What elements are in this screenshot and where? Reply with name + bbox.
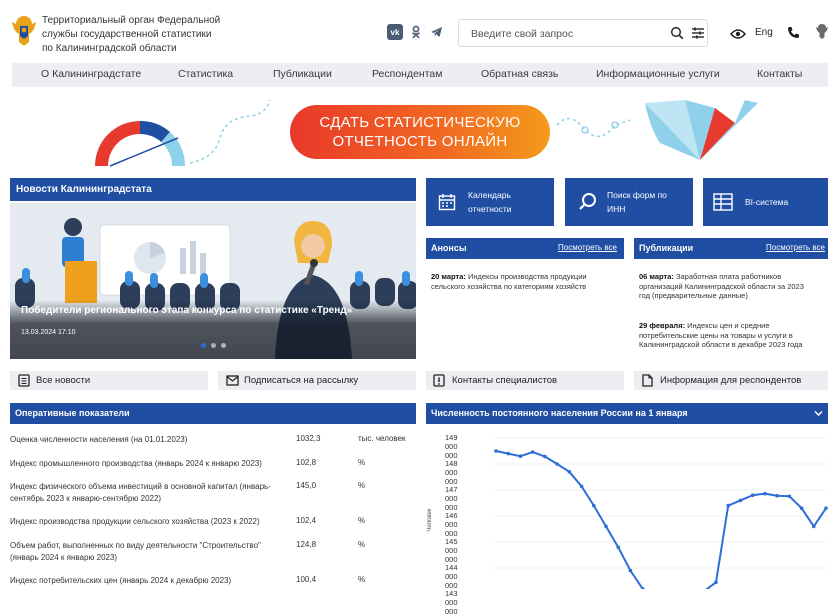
filter-settings-icon[interactable] <box>691 26 705 45</box>
publications-see-all-link[interactable]: Посмотреть все <box>766 243 825 252</box>
chart-ytick-label: 149 000 000 <box>445 433 458 460</box>
chart-point <box>714 580 718 585</box>
document-icon <box>642 374 653 390</box>
publications-header: Публикации Посмотреть все <box>634 238 828 259</box>
chart-point <box>494 449 498 453</box>
chart-ytick-label: 144 000 000 <box>445 563 458 590</box>
indicators-header: Оперативные показатели <box>10 403 416 424</box>
chart-point <box>628 568 633 573</box>
population-line-chart[interactable] <box>494 432 828 589</box>
chart-point <box>750 493 755 497</box>
chart-point <box>763 491 767 496</box>
all-news-button[interactable]: Все новости <box>10 371 208 390</box>
phone-icon[interactable] <box>787 26 800 44</box>
chevron-down-icon[interactable] <box>814 409 823 419</box>
chart-point <box>530 450 535 454</box>
chart-header[interactable]: Численность постоянного населения России… <box>426 403 828 424</box>
nav-item-about[interactable]: О Калининградстате <box>41 68 141 80</box>
chart-point <box>616 545 621 549</box>
info-exclamation-icon <box>433 374 445 390</box>
chart-ytick-label: 148 000 000 <box>445 459 458 486</box>
chart-ylabel: Человек <box>427 508 433 532</box>
announcements-header: Анонсы Посмотреть все <box>426 238 624 259</box>
chart-ytick-label: 146 000 000 <box>445 511 458 538</box>
nav-item-info-services[interactable]: Информационные услуги <box>596 68 720 80</box>
vk-icon[interactable]: vk <box>387 24 403 40</box>
chart-point <box>567 470 572 474</box>
search-icon[interactable] <box>670 26 684 45</box>
banner-swirl-decoration <box>189 99 271 164</box>
tile-inn-search[interactable]: Поиск форм по ИНН <box>565 178 693 226</box>
chart-point <box>506 451 511 456</box>
announcement-item[interactable]: 20 марта: Индексы производства продукции… <box>431 272 621 291</box>
banner-left-gauge <box>95 120 186 167</box>
chart-point <box>787 494 792 499</box>
calendar-icon <box>438 193 456 214</box>
accessibility-eye-icon[interactable] <box>730 27 746 45</box>
odnoklassniki-icon[interactable] <box>408 24 424 40</box>
mail-icon <box>226 375 239 389</box>
chart-point <box>824 506 828 510</box>
main-nav: О Калининградстате Статистика Публикации… <box>12 63 828 87</box>
emblem-logo[interactable] <box>10 12 38 48</box>
carousel-dot[interactable] <box>211 343 216 348</box>
news-header[interactable]: Новости Калининградстата <box>10 178 416 201</box>
search-input[interactable] <box>469 25 659 43</box>
chart-point <box>604 524 608 529</box>
tile-calendar[interactable]: Календарь отчетности <box>426 178 554 226</box>
search-box[interactable] <box>458 19 708 47</box>
dashboard-icon <box>713 192 733 215</box>
chart-ytick-label: 145 000 000 <box>445 537 458 564</box>
chart-point <box>518 454 523 458</box>
nav-item-feedback[interactable]: Обратная связь <box>481 68 558 80</box>
news-date: 13.03.2024 17:10 <box>21 329 76 336</box>
publication-item[interactable]: 29 февраля: Индексы цен и средние потреб… <box>639 321 828 350</box>
language-switch[interactable]: Eng <box>755 27 773 38</box>
chart-ytick-label: 147 000 000 <box>445 485 458 512</box>
publication-item[interactable]: 06 марта: Заработная плата работников ор… <box>639 272 828 301</box>
tile-bi-system[interactable]: BI-система <box>703 178 828 226</box>
nav-item-publications[interactable]: Публикации <box>273 68 332 80</box>
carousel-dot[interactable] <box>221 343 226 348</box>
search-icon <box>578 192 598 215</box>
nav-item-respondents[interactable]: Респондентам <box>372 68 442 80</box>
publications-title[interactable]: Публикации <box>639 243 693 253</box>
specialist-contacts-button[interactable]: Контакты специалистов <box>426 371 624 390</box>
report-online-button[interactable]: СДАТЬ СТАТИСТИЧЕСКУЮ ОТЧЕТНОСТЬ ОНЛАЙН <box>290 105 550 159</box>
nav-item-contacts[interactable]: Контакты <box>757 68 802 80</box>
chart-point <box>775 493 779 498</box>
announcements-see-all-link[interactable]: Посмотреть все <box>558 243 617 252</box>
chart-point <box>591 503 596 508</box>
news-title[interactable]: Победители регионального этапа конкурса … <box>21 305 352 316</box>
chart-title: Численность постоянного населения России… <box>431 408 688 418</box>
chart-point <box>811 524 816 529</box>
carousel-dot-active[interactable] <box>201 343 206 348</box>
chart-point <box>555 462 559 466</box>
chart-point <box>726 503 731 508</box>
org-name[interactable]: Территориальный орган Федеральной службы… <box>42 14 232 56</box>
chart-point <box>738 498 743 503</box>
emblem-small-icon[interactable] <box>815 22 828 45</box>
nav-item-statistics[interactable]: Статистика <box>178 68 233 80</box>
list-icon <box>18 374 30 390</box>
banner-pie-decoration <box>645 100 758 160</box>
chart-ytick-label: 143 000 000 <box>445 589 458 616</box>
chart-point <box>799 506 804 510</box>
announcements-title[interactable]: Анонсы <box>431 243 467 253</box>
chart-point <box>543 454 547 459</box>
chart-point <box>579 484 584 489</box>
subscribe-button[interactable]: Подписаться на рассылку <box>218 371 416 390</box>
telegram-icon[interactable] <box>428 24 444 40</box>
respondent-info-button[interactable]: Информация для респондентов <box>634 371 828 390</box>
banner-dots-decoration <box>556 117 631 138</box>
